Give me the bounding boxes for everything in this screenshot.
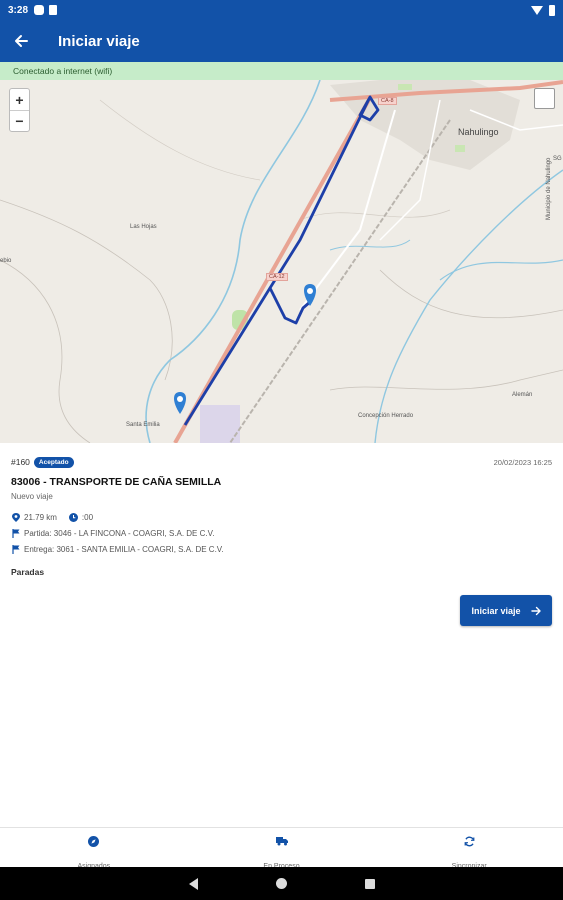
flag-departure-icon xyxy=(11,529,20,538)
map-label-municipio: Municipio de Nahulingo xyxy=(546,157,552,220)
trip-header-row: #160 Aceptado 20/02/2023 16:25 xyxy=(11,455,552,469)
arrow-right-icon xyxy=(530,606,541,615)
trip-title: 83006 - TRANSPORTE DE CAÑA SEMILLA xyxy=(11,476,222,488)
arrow-left-icon xyxy=(15,35,28,47)
nav-item-sync[interactable]: Sincronizar xyxy=(375,828,563,867)
status-time: 3:28 xyxy=(8,4,29,16)
trip-distance: 21.79 km xyxy=(24,513,57,522)
nav-item-in-process[interactable]: En Proceso xyxy=(188,828,376,867)
map-label-santa-emilia: Santa Emilia xyxy=(126,422,160,428)
battery-icon xyxy=(549,4,555,16)
status-bar: 3:28 xyxy=(0,0,563,20)
trip-date: 20/02/2023 16:25 xyxy=(493,457,552,467)
bottom-nav: Asignados En Proceso Sincronizar xyxy=(0,827,563,867)
departure-row: Partida: 3046 - LA FINCONA - COAGRI, S.A… xyxy=(11,529,214,538)
back-button[interactable] xyxy=(2,20,40,62)
route-map[interactable]: Nahulingo Las Hojas Santa Emilia Concepc… xyxy=(0,80,563,443)
map-label-aleman: Alemán xyxy=(512,392,533,398)
sync-icon xyxy=(463,835,475,847)
connection-banner: Conectado a internet (wifi) xyxy=(0,62,563,80)
storage-notification-icon xyxy=(49,5,58,15)
delivery-row: Entrega: 3061 - SANTA EMILIA - COAGRI, S… xyxy=(11,545,224,554)
location-pin-icon xyxy=(11,513,20,522)
zoom-in-button[interactable]: + xyxy=(10,89,29,110)
map-label-nahulingo: Nahulingo xyxy=(458,127,499,137)
map-label-las-hojas: Las Hojas xyxy=(130,224,157,230)
clock-icon xyxy=(68,513,78,522)
map-layer-button[interactable] xyxy=(534,88,555,109)
zoom-control: + − xyxy=(9,88,30,132)
flag-delivery-icon xyxy=(11,545,20,554)
app-bar: Iniciar viaje xyxy=(0,20,563,62)
trip-subtitle: Nuevo viaje xyxy=(11,492,53,501)
zoom-out-button[interactable]: − xyxy=(10,110,29,131)
system-nav-bar xyxy=(0,867,563,900)
system-home-icon[interactable] xyxy=(275,878,287,889)
pin-delivery-icon xyxy=(174,392,186,414)
map-label-concepcion: Concepción Herrado xyxy=(358,413,414,419)
trip-duration: :00 xyxy=(81,513,94,522)
app-notification-icon xyxy=(34,5,45,15)
status-badge: Aceptado xyxy=(33,456,74,468)
map-label-sg: SG xyxy=(553,156,562,162)
delivery-text: Entrega: 3061 - SANTA EMILIA - COAGRI, S… xyxy=(24,545,224,554)
page-title: Iniciar viaje xyxy=(58,32,140,50)
stops-heading: Paradas xyxy=(11,567,45,577)
map-label-ebio: ebio xyxy=(0,258,12,264)
start-trip-button[interactable]: Iniciar viaje xyxy=(460,595,552,626)
connection-text: Conectado a internet (wifi) xyxy=(13,66,113,76)
system-recents-icon[interactable] xyxy=(364,878,375,889)
trip-number: #160 xyxy=(11,457,30,467)
trip-metrics: 21.79 km :00 xyxy=(11,513,93,522)
truck-icon xyxy=(275,835,288,847)
system-back-icon[interactable] xyxy=(188,877,198,890)
nav-item-assigned[interactable]: Asignados xyxy=(0,828,188,867)
map-label-ca8: CA-8 xyxy=(378,97,397,105)
wifi-icon xyxy=(531,5,543,15)
map-label-ca12: CA-12 xyxy=(266,273,288,281)
departure-text: Partida: 3046 - LA FINCONA - COAGRI, S.A… xyxy=(24,529,215,538)
start-trip-label: Iniciar viaje xyxy=(471,605,521,616)
compass-icon xyxy=(88,835,100,847)
